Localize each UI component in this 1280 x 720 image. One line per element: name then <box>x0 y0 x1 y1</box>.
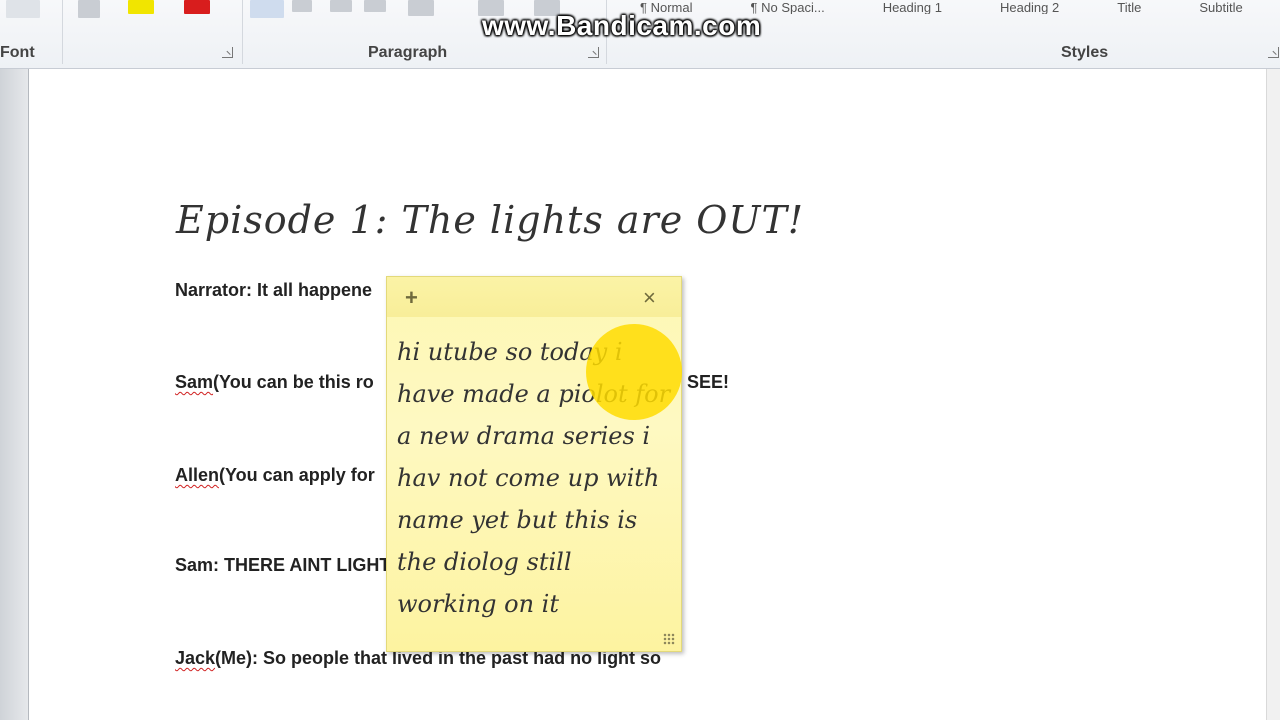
styles-group-label: Styles <box>1061 44 1109 61</box>
add-note-icon[interactable]: + <box>405 285 418 311</box>
ribbon-divider <box>62 0 63 64</box>
close-icon[interactable]: × <box>643 285 656 311</box>
speaker-name: Sam <box>175 372 214 392</box>
left-ruler <box>0 69 29 720</box>
highlight-color-icon[interactable] <box>128 0 154 14</box>
recorder-watermark: www.Bandicam.com <box>482 10 762 41</box>
style-no-spacing[interactable]: ¶ No Spaci... <box>751 0 825 14</box>
font-dialog-launcher-icon[interactable] <box>222 47 233 58</box>
line-narrator: Narrator: It all happene <box>175 280 372 301</box>
line-spacing-icon[interactable] <box>408 0 434 16</box>
font-group-label: Font <box>0 44 35 61</box>
line-text: Narrator: It all happene <box>175 280 373 300</box>
sticky-note-header[interactable] <box>387 277 681 317</box>
speaker-name: Allen <box>175 465 220 485</box>
vertical-scrollbar[interactable] <box>1266 69 1280 720</box>
cursor-highlight <box>586 324 682 420</box>
line-text: (You can be this ro <box>213 372 374 392</box>
paragraph-dialog-launcher-icon[interactable] <box>588 47 599 58</box>
style-heading-2[interactable]: Heading 2 <box>1000 0 1059 14</box>
line-text: (You can apply for <box>219 465 375 485</box>
styles-dialog-launcher-icon[interactable] <box>1268 47 1279 58</box>
line-allen: Allen(You can apply for <box>175 465 375 486</box>
style-heading-1[interactable]: Heading 1 <box>883 0 942 14</box>
justify-icon[interactable] <box>364 0 386 12</box>
align-left-icon[interactable] <box>250 0 284 18</box>
line-sam-tail: SEE! <box>687 372 730 392</box>
align-center-icon[interactable] <box>292 0 312 12</box>
document-title: Episode 1: The lights are OUT! <box>176 198 805 242</box>
font-color-icon[interactable] <box>184 0 210 14</box>
line-sam: Sam(You can be this ro <box>175 372 374 393</box>
paragraph-group-label: Paragraph <box>368 44 448 61</box>
clear-format-icon[interactable] <box>78 0 100 18</box>
style-title[interactable]: Title <box>1117 0 1141 14</box>
resize-grip-icon[interactable] <box>663 633 675 645</box>
font-size-box[interactable] <box>6 0 40 18</box>
align-right-icon[interactable] <box>330 0 352 12</box>
ribbon-divider <box>242 0 243 64</box>
style-subtitle[interactable]: Subtitle <box>1199 0 1242 14</box>
line-sam-2: Sam: THERE AINT LIGHT <box>175 555 391 575</box>
speaker-name: Jack <box>175 648 216 668</box>
